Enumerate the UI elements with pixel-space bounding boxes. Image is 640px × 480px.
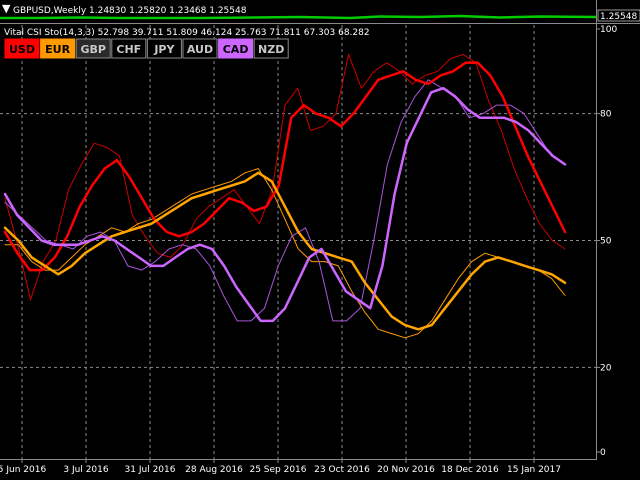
y-tick-label: 50 [600,237,612,247]
currency-button-aud[interactable]: AUD [182,38,218,59]
y-tick-label: 80 [600,110,612,120]
x-tick-label: 5 Jun 2016 [0,465,46,475]
currency-button-usd[interactable]: USD [4,38,40,59]
currency-button-chf[interactable]: CHF [111,38,147,59]
y-tick-label: 100 [600,25,617,35]
indicator-title: Vital CSI Sto(14,3,3) 52.798 39.711 51.8… [4,28,370,38]
series-line-eur-fast [4,168,566,339]
currency-button-gbp[interactable]: GBP [75,38,111,59]
y-tick-label: 0 [600,448,606,458]
currency-button-cad[interactable]: CAD [218,38,254,59]
currency-button-bar: USD EUR GBP CHF JPY AUD CAD NZD [4,38,289,59]
currency-button-eur[interactable]: EUR [40,38,76,59]
currency-button-label[interactable]: EUR [45,43,70,56]
x-tick-label: 15 Jan 2017 [507,465,561,475]
currency-button-nzd[interactable]: NZD [253,38,289,59]
currency-button-label[interactable]: CHF [116,43,141,56]
currency-button-label[interactable]: NZD [258,43,284,56]
x-tick-label: 23 Oct 2016 [314,465,370,475]
currency-button-label[interactable]: GBP [80,43,105,56]
x-tick-label: 18 Dec 2016 [441,465,499,475]
x-tick-label: 28 Aug 2016 [185,465,243,475]
currency-button-label[interactable]: AUD [187,43,213,56]
price-triangle-icon: ▼ [2,2,11,15]
x-tick-label: 3 Jul 2016 [63,465,108,475]
series-layer [3,53,567,339]
series-line-usd-fast [4,53,566,301]
currency-button-label[interactable]: JPY [153,43,175,56]
x-tick-label: 25 Sep 2016 [249,465,306,475]
x-tick-label: 31 Jul 2016 [125,465,176,475]
symbol-info: GBPUSD,Weekly 1.24830 1.25820 1.23468 1.… [13,6,247,16]
y-ticks: 100 80 50 20 0 [596,25,617,458]
x-tick-label: 20 Nov 2016 [377,465,435,475]
currency-button-label[interactable]: USD [9,43,35,56]
currency-button-label[interactable]: CAD [223,43,249,56]
chart-canvas: ▼ GBPUSD,Weekly 1.24830 1.25820 1.23468 … [0,0,640,475]
x-ticks: 5 Jun 2016 3 Jul 2016 31 Jul 2016 28 Aug 20… [0,459,561,475]
currency-button-jpy[interactable]: JPY [146,38,182,59]
y-tick-label: 20 [600,363,612,373]
price-panel: ▼ GBPUSD,Weekly 1.24830 1.25820 1.23468 … [0,0,640,24]
series-line-cad-fast [4,79,566,322]
price-label: 1.25548 [600,12,637,22]
series-line-usd-main [3,61,567,272]
